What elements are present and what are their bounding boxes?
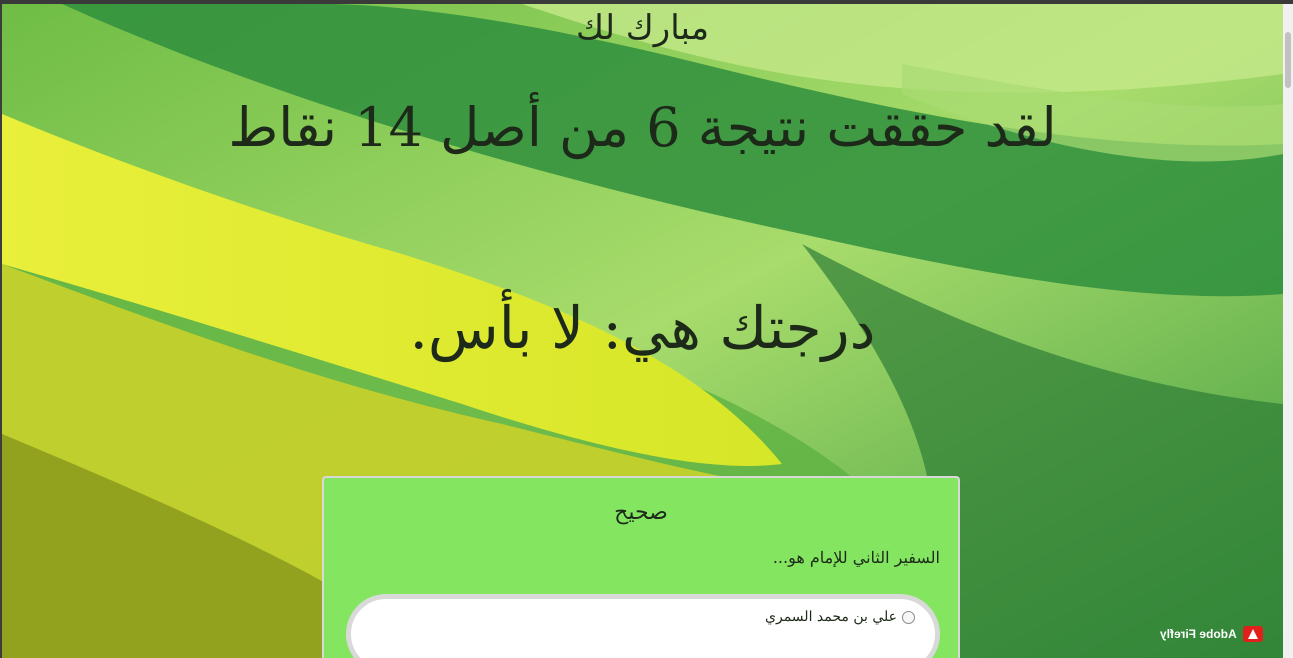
score-text: لقد حققت نتيجة 6 من أصل 14 نقاط: [228, 96, 1057, 159]
firefly-watermark: Adobe Firefly: [1160, 626, 1263, 642]
congrats-heading: مبارك لك: [575, 8, 710, 48]
watermark-text: Adobe Firefly: [1160, 627, 1237, 641]
option-label: علي بن محمد السمري: [765, 609, 897, 625]
answer-option[interactable]: علي بن محمد السمري: [346, 594, 940, 658]
vertical-scrollbar[interactable]: [1283, 4, 1293, 658]
question-text: السفير الثاني للإمام هو...: [772, 548, 940, 567]
page-viewport: مبارك لك لقد حققت نتيجة 6 من أصل 14 نقاط…: [2, 4, 1283, 658]
browser-window: مبارك لك لقد حققت نتيجة 6 من أصل 14 نقاط…: [0, 0, 1293, 658]
answer-status: صحيح: [614, 500, 668, 525]
adobe-logo-icon: [1243, 626, 1263, 642]
scrollbar-thumb[interactable]: [1285, 32, 1291, 88]
question-card: صحيح السفير الثاني للإمام هو... علي بن م…: [322, 476, 960, 658]
option-radio[interactable]: [902, 611, 915, 624]
grade-text: درجتك هي: لا بأس.: [409, 294, 876, 362]
